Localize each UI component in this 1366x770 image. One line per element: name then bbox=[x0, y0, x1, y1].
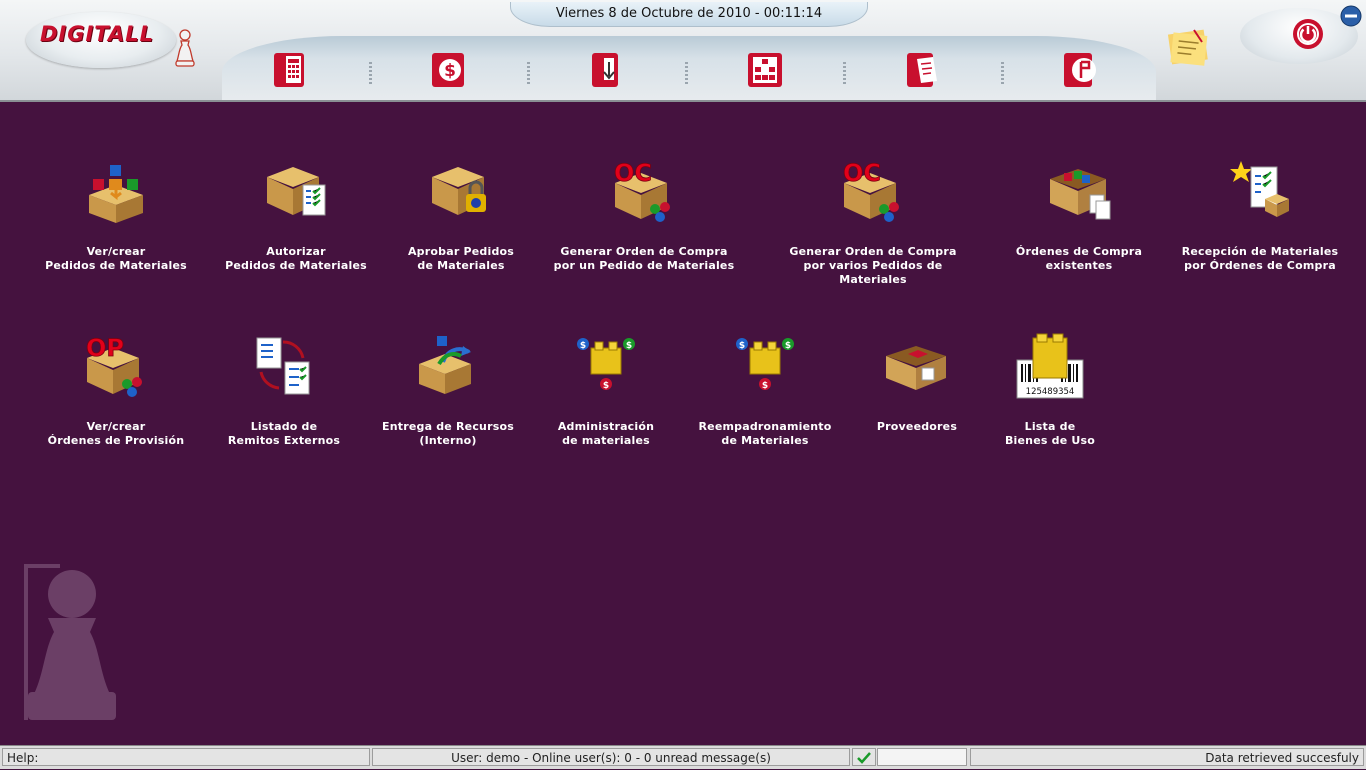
blocks-money-icon: $ $ $ bbox=[577, 338, 635, 391]
svg-text:$: $ bbox=[785, 341, 791, 351]
pawn-icon bbox=[175, 29, 195, 67]
open-box-docs-icon bbox=[1050, 169, 1111, 220]
tile-label-line2: por varios Pedidos de Materiales bbox=[803, 259, 943, 286]
tile-recepcion-materiales[interactable]: Recepción de Materiales por Órdenes de C… bbox=[1165, 157, 1355, 277]
tile-label-line1: Autorizar bbox=[266, 245, 326, 258]
svg-text:125489354: 125489354 bbox=[1026, 387, 1075, 397]
tile-label-line1: Lista de bbox=[1024, 420, 1076, 433]
tile-label-line2: Bienes de Uso bbox=[1004, 434, 1096, 447]
org-chart-icon[interactable] bbox=[745, 50, 785, 90]
box-checklist-icon bbox=[267, 167, 326, 216]
tile-label-line2: por Órdenes de Compra bbox=[1184, 259, 1336, 272]
svg-text:OC: OC bbox=[614, 159, 652, 187]
svg-text:$: $ bbox=[580, 341, 586, 351]
tile-listado-remitos[interactable]: Listado de Remitos Externos bbox=[189, 332, 379, 452]
tile-label-line2: de Materiales bbox=[417, 259, 505, 272]
tile-label-line1: Ver/crear bbox=[86, 245, 146, 258]
user-status: User: demo - Online user(s): 0 - 0 unrea… bbox=[372, 748, 850, 766]
tile-label-line1: Generar Orden de Compra bbox=[789, 245, 957, 258]
svg-text:OC: OC bbox=[843, 159, 881, 187]
op-box-icon: OP bbox=[86, 334, 142, 397]
tile-ordenes-compra-existentes[interactable]: Órdenes de Compra existentes bbox=[984, 157, 1174, 277]
tile-label-line2: Órdenes de Provisión bbox=[47, 434, 185, 447]
main-content: Ver/crear Pedidos de Materiales Autoriza… bbox=[0, 102, 1366, 745]
documents-icon[interactable] bbox=[903, 50, 943, 90]
box-lock-icon bbox=[432, 167, 486, 215]
tile-label-line1: Órdenes de Compra bbox=[1015, 245, 1143, 258]
calculator-icon[interactable] bbox=[270, 50, 310, 90]
tile-label-line1: Listado de bbox=[250, 420, 318, 433]
power-icon[interactable] bbox=[1292, 18, 1324, 50]
svg-text:$: $ bbox=[739, 341, 745, 351]
supplier-box-icon bbox=[886, 346, 946, 390]
nav-separator bbox=[527, 62, 530, 86]
tile-label-line2: Pedidos de Materiales bbox=[45, 259, 187, 272]
oc-box-icon: OC bbox=[614, 159, 670, 222]
tile-autorizar-pedidos[interactable]: Autorizar Pedidos de Materiales bbox=[201, 157, 391, 277]
tile-lista-bienes-uso[interactable]: 125489354 Lista de Bienes de Uso bbox=[955, 332, 1145, 452]
tile-label-line2: Remitos Externos bbox=[227, 434, 341, 447]
box-arrow-icon bbox=[419, 336, 471, 394]
tile-label-line2: por un Pedido de Materiales bbox=[553, 259, 735, 272]
tile-label-line1: Generar Orden de Compra bbox=[560, 245, 728, 258]
check-icon bbox=[852, 748, 876, 766]
datetime-display: Viernes 8 de Octubre de 2010 - 00:11:14 bbox=[510, 2, 868, 27]
svg-text:$: $ bbox=[762, 381, 768, 391]
svg-text:OP: OP bbox=[86, 334, 124, 362]
blocks-money-icon: $ $ $ bbox=[736, 338, 794, 391]
nav-separator bbox=[369, 62, 372, 86]
box-cubes-icon bbox=[89, 165, 143, 223]
dollar-icon[interactable]: $ bbox=[428, 50, 468, 90]
oc-box-icon: OC bbox=[843, 159, 899, 222]
sticky-notes-icon[interactable] bbox=[1164, 26, 1212, 70]
progress-bar bbox=[877, 748, 967, 766]
app-logo: DIGITALL bbox=[40, 22, 155, 46]
tile-label-line2: existentes bbox=[1045, 259, 1113, 272]
svg-text:$: $ bbox=[626, 341, 632, 351]
help-field: Help: bbox=[2, 748, 370, 766]
svg-text:$: $ bbox=[603, 381, 609, 391]
status-bar: Help: User: demo - Online user(s): 0 - 0… bbox=[0, 745, 1366, 769]
tile-generar-oc-varios-pedidos[interactable]: OC Generar Orden de Compra por varios Pe… bbox=[778, 157, 968, 286]
tile-label-line2: Pedidos de Materiales bbox=[225, 259, 367, 272]
tile-generar-oc-un-pedido[interactable]: OC Generar Orden de Compra por un Pedido… bbox=[549, 157, 739, 277]
report-icon[interactable] bbox=[1061, 50, 1101, 90]
nav-separator bbox=[1001, 62, 1004, 86]
documents-cycle-icon bbox=[256, 337, 310, 395]
checklist-box-star-icon bbox=[1230, 161, 1289, 217]
tile-ver-crear-pedidos[interactable]: Ver/crear Pedidos de Materiales bbox=[21, 157, 211, 277]
tile-aprobar-pedidos[interactable]: Aprobar Pedidos de Materiales bbox=[366, 157, 556, 277]
pawn-watermark-icon bbox=[24, 564, 116, 720]
top-bar: DIGITALL Viernes 8 de Octubre de 2010 - … bbox=[0, 0, 1366, 102]
result-status: Data retrieved succesfuly bbox=[970, 748, 1364, 766]
tile-ver-crear-ordenes-provision[interactable]: OP Ver/crear Órdenes de Provisión bbox=[21, 332, 211, 452]
tile-label-line1: Ver/crear bbox=[86, 420, 146, 433]
nav-separator bbox=[685, 62, 688, 86]
tile-label-line1: Recepción de Materiales bbox=[1181, 245, 1339, 258]
minimize-icon[interactable] bbox=[1340, 5, 1362, 27]
tile-label-line1: Aprobar Pedidos bbox=[407, 245, 515, 258]
barcode-blocks-icon: 125489354 bbox=[1016, 333, 1084, 399]
nav-band bbox=[222, 36, 1156, 100]
inventory-icon[interactable] bbox=[588, 50, 628, 90]
nav-separator bbox=[843, 62, 846, 86]
svg-text:$: $ bbox=[444, 61, 456, 81]
